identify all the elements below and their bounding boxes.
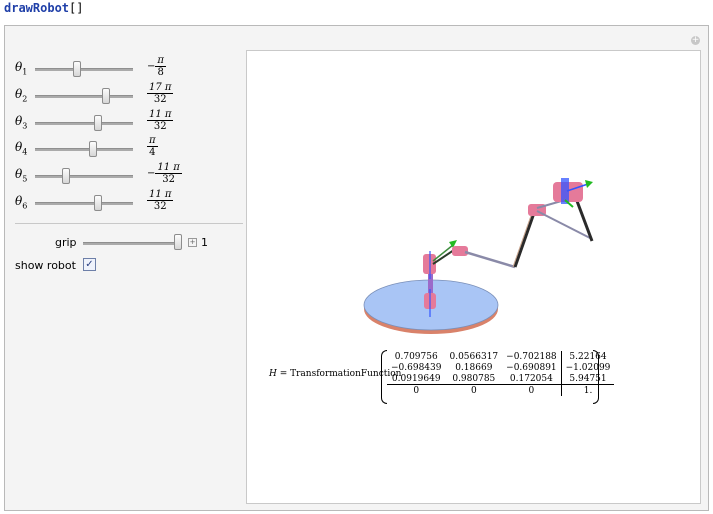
matrix-row: 0.709756 0.0566317 −0.702188 5.22164	[387, 351, 615, 362]
show-robot-checkbox[interactable]: ✓	[83, 258, 96, 271]
slider-thumb[interactable]	[62, 168, 70, 184]
input-cell[interactable]: drawRobot[]	[4, 1, 83, 15]
slider-thumb[interactable]	[89, 141, 97, 157]
slider-value: 11 π 32	[147, 109, 174, 132]
grip-slider-track[interactable]	[83, 242, 179, 245]
matrix-cell: −0.690891	[506, 362, 557, 373]
theta-label: θ3	[15, 114, 28, 131]
matrix-cell: 0	[502, 384, 562, 396]
slider-value: 11 π 32	[147, 189, 174, 212]
slider-track[interactable]	[35, 195, 133, 211]
slider-thumb[interactable]	[102, 88, 110, 104]
theta-slider-5[interactable]: θ5 −11 π 32	[15, 162, 235, 185]
theta-slider-1[interactable]: θ1 − π 8	[15, 55, 235, 78]
matrix-cell: 5.94751	[560, 373, 615, 385]
theta-slider-2[interactable]: θ2 17 π 32	[15, 82, 235, 105]
show-robot-label: show robot	[15, 259, 76, 272]
grip-value: 1	[201, 236, 208, 249]
matrix-row: 0 0 0 1.	[387, 384, 615, 396]
theta-slider-4[interactable]: θ4 π 4	[15, 135, 235, 158]
grip-label: grip	[55, 236, 77, 249]
slider-track[interactable]	[35, 168, 133, 184]
matrix-cell: 0.980785	[452, 373, 496, 384]
plus-icon[interactable]: +	[691, 36, 700, 45]
matrix-cell: −0.698439	[391, 362, 442, 373]
slider-thumb[interactable]	[73, 61, 81, 77]
transformation-matrix: 0.709756 0.0566317 −0.702188 5.22164 −0.6984…	[387, 351, 615, 396]
matrix-cell: 1.	[560, 384, 615, 396]
controls-divider	[15, 223, 243, 224]
slider-value: 17 π 32	[147, 82, 174, 105]
matrix-cell: 0.709756	[394, 351, 438, 362]
theta-slider-3[interactable]: θ3 11 π 32	[15, 109, 235, 132]
matrix-cell: −1.02099	[560, 362, 615, 373]
matrix-cell: −0.702188	[506, 351, 557, 362]
matrix-cell: 0.0566317	[449, 351, 499, 362]
theta-label: θ5	[15, 167, 28, 184]
matrix-cell: 0.172054	[509, 373, 553, 384]
theta-label: θ1	[15, 60, 28, 77]
robot-3d-view[interactable]	[247, 51, 700, 351]
function-args: []	[69, 1, 84, 15]
robot-graphic[interactable]: H = TransformationFunction 0.709756 0.056…	[246, 50, 701, 504]
slider-track[interactable]	[35, 141, 133, 157]
matrix-row: −0.698439 0.18669 −0.690891 −1.02099	[387, 362, 615, 373]
matrix-bracket-right	[593, 350, 599, 404]
slider-thumb[interactable]	[94, 195, 102, 211]
slider-track[interactable]	[35, 88, 133, 104]
matrix-cell: 0.18669	[455, 362, 493, 373]
matrix-cell: 0.0919649	[391, 373, 441, 384]
matrix-cell: 5.22164	[560, 351, 615, 362]
function-name: drawRobot	[4, 1, 70, 15]
manipulate-panel: + θ1− π 8 θ2 17 π 32 θ3 11 π 32 θ4 π 4 θ5−11 π 32 θ6 11…	[4, 25, 709, 511]
link-2	[464, 250, 516, 269]
theta-label: θ6	[15, 194, 28, 211]
slider-value: −11 π 32	[147, 162, 182, 185]
matrix-row: 0.0919649 0.980785 0.172054 5.94751	[387, 373, 615, 385]
slider-value: π4	[147, 135, 158, 158]
theta-slider-6[interactable]: θ6 11 π 32	[15, 189, 235, 212]
matrix-cell: 0	[445, 384, 503, 396]
slider-track[interactable]	[35, 115, 133, 131]
slider-track[interactable]	[35, 61, 133, 77]
matrix-cell: 0	[387, 384, 446, 396]
grip-slider-thumb[interactable]	[174, 234, 182, 250]
slider-thumb[interactable]	[94, 115, 102, 131]
slider-value: − π 8	[147, 55, 166, 78]
theta-label: θ4	[15, 140, 28, 157]
grip-expand-icon[interactable]: +	[188, 238, 197, 247]
theta-label: θ2	[15, 87, 28, 104]
